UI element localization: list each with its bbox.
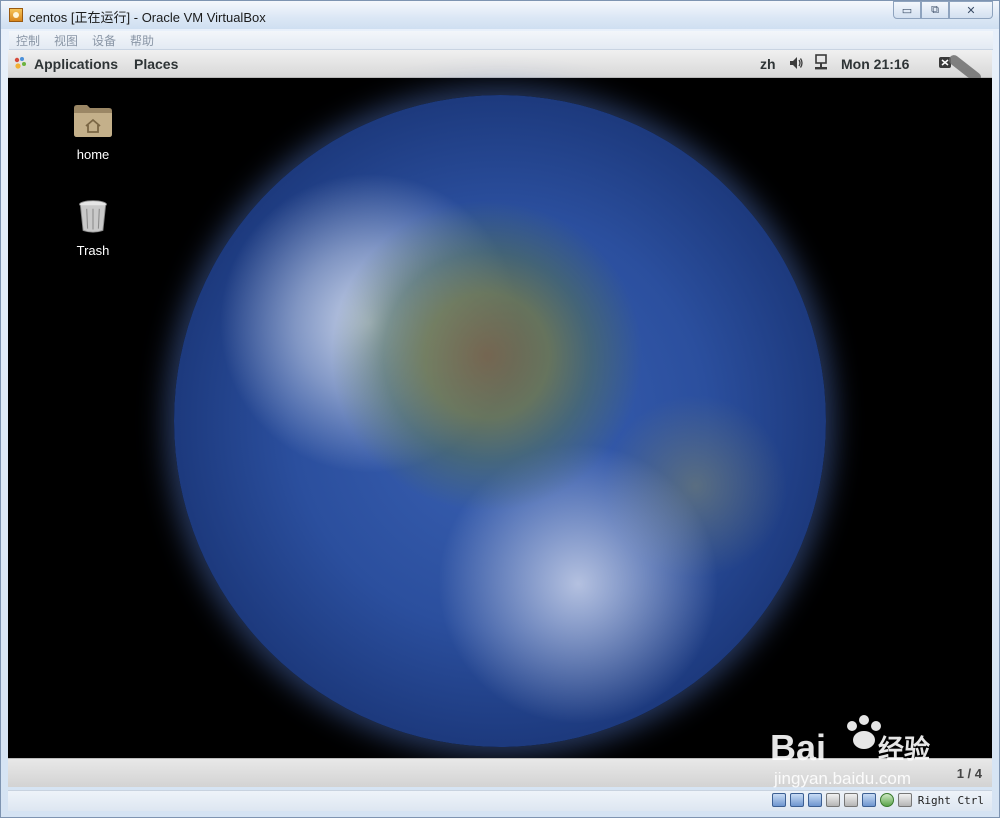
trash-icon bbox=[79, 200, 107, 233]
input-language-indicator[interactable]: zh bbox=[760, 56, 776, 72]
menu-view[interactable]: 视图 bbox=[54, 32, 78, 49]
desktop-icon-label: home bbox=[76, 147, 110, 162]
network-icon[interactable] bbox=[807, 793, 822, 807]
places-menu[interactable]: Places bbox=[134, 56, 178, 72]
mouse-integration-icon[interactable] bbox=[879, 793, 894, 807]
menu-control[interactable]: 控制 bbox=[16, 32, 40, 49]
close-button[interactable]: ✕ bbox=[949, 1, 993, 19]
home-folder-icon bbox=[74, 105, 112, 137]
applications-menu[interactable]: Applications bbox=[34, 56, 118, 72]
vbox-statusbar: Right Ctrl bbox=[8, 790, 992, 811]
usb-icon[interactable] bbox=[825, 793, 840, 807]
restore-button[interactable]: ⧉ bbox=[921, 1, 949, 19]
shared-folders-icon[interactable] bbox=[843, 793, 858, 807]
virtualbox-app-icon bbox=[9, 8, 23, 22]
host-key-label: Right Ctrl bbox=[917, 793, 984, 807]
keyboard-capture-icon[interactable] bbox=[897, 793, 912, 807]
baidu-jingyan-watermark: Bai 经验 jingyan.baidu.com bbox=[770, 715, 930, 788]
vbox-menubar: 控制 视图 设备 帮助 bbox=[9, 31, 993, 50]
desktop[interactable]: home Trash bbox=[8, 78, 992, 758]
watermark-brand-cn: 经验 bbox=[878, 734, 930, 765]
volume-icon[interactable] bbox=[788, 55, 804, 71]
network-icon[interactable] bbox=[814, 54, 828, 72]
workspace-indicator[interactable]: 1 / 4 bbox=[957, 766, 982, 781]
clock[interactable]: Mon 21:16 bbox=[841, 56, 909, 72]
guest-screen[interactable]: Applications Places zh Mon 21:16 home Tr… bbox=[8, 50, 992, 787]
menu-help[interactable]: 帮助 bbox=[130, 32, 154, 49]
window-titlebar[interactable]: centos [正在运行] - Oracle VM VirtualBox ▭ ⧉… bbox=[1, 1, 999, 29]
gnome-foot-icon bbox=[14, 57, 26, 69]
window-controls: ▭ ⧉ ✕ bbox=[893, 1, 993, 19]
watermark-url: jingyan.baidu.com bbox=[773, 769, 911, 788]
desktop-icon-home[interactable]: home bbox=[53, 102, 133, 162]
hard-disk-icon[interactable] bbox=[771, 793, 786, 807]
display-icon[interactable] bbox=[861, 793, 876, 807]
gnome-top-panel: Applications Places zh Mon 21:16 bbox=[8, 50, 992, 78]
menu-devices[interactable]: 设备 bbox=[92, 32, 116, 49]
optical-drive-icon[interactable] bbox=[789, 793, 804, 807]
minimize-button[interactable]: ▭ bbox=[893, 1, 921, 19]
desktop-icon-trash[interactable]: Trash bbox=[53, 198, 133, 258]
statusbar-indicators: Right Ctrl bbox=[768, 793, 984, 807]
window-title: centos [正在运行] - Oracle VM VirtualBox bbox=[29, 10, 266, 25]
desktop-icon-label: Trash bbox=[76, 243, 110, 258]
earth-atmosphere-glow bbox=[174, 95, 826, 747]
watermark-brand: Bai bbox=[770, 727, 826, 768]
